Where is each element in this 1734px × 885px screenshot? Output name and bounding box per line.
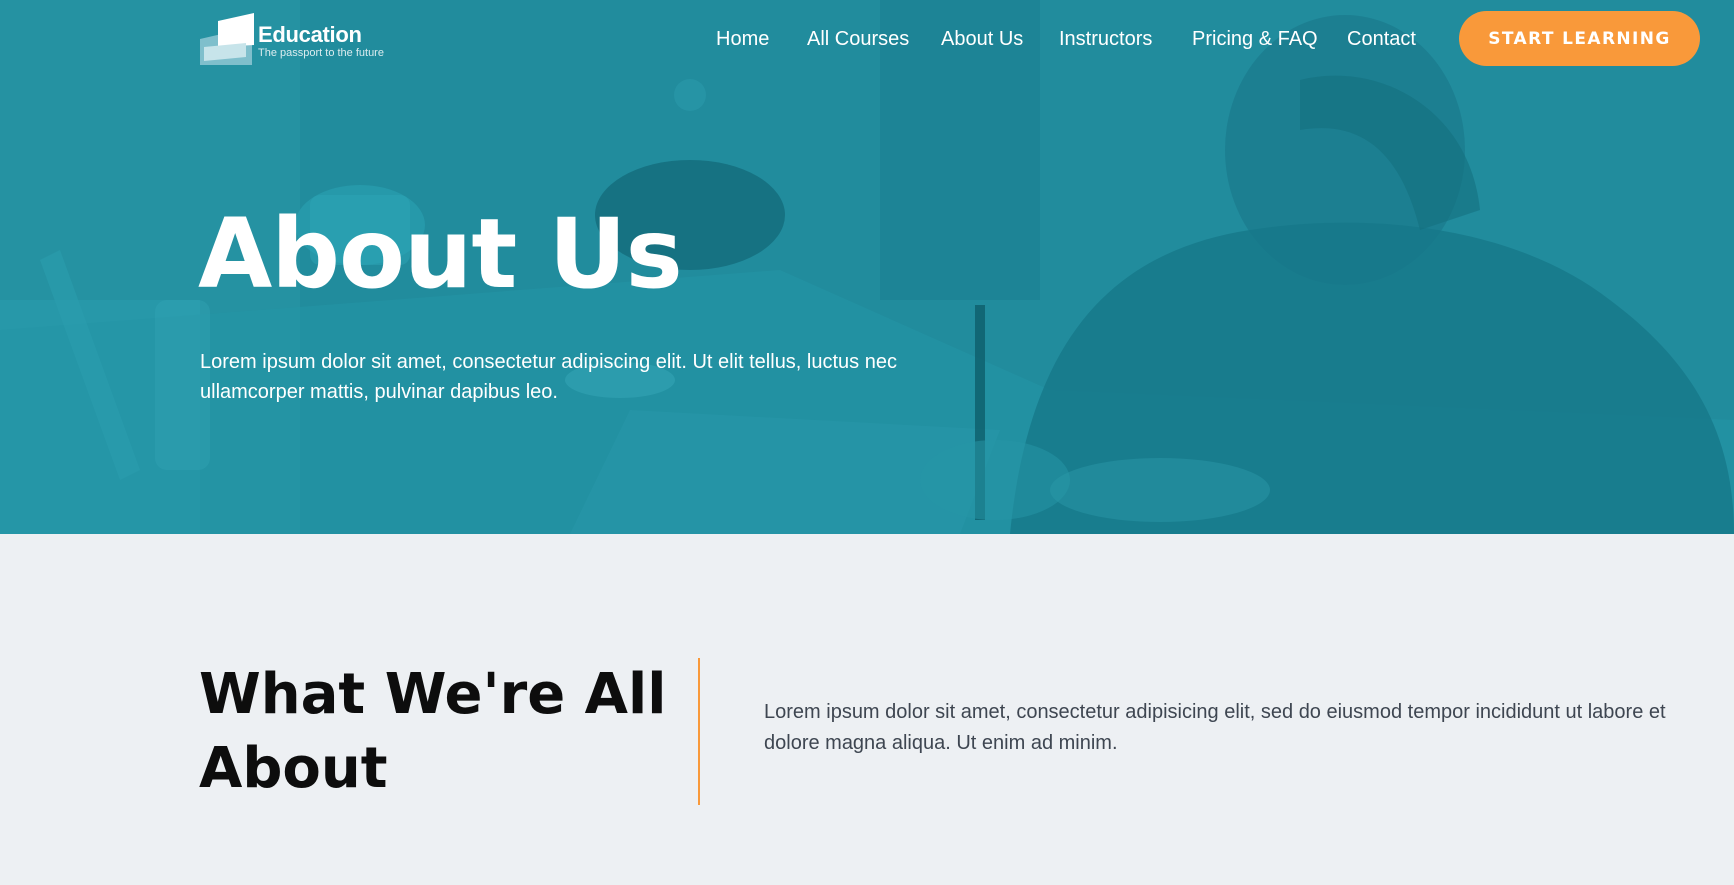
- start-learning-button[interactable]: START LEARNING: [1459, 11, 1700, 66]
- nav-item-pricing-faq[interactable]: Pricing & FAQ: [1192, 26, 1318, 52]
- nav-item-about-us[interactable]: About Us: [941, 26, 1023, 52]
- hero-section: Education The passport to the future Hom…: [0, 0, 1734, 534]
- nav-item-all-courses[interactable]: All Courses: [807, 26, 909, 52]
- nav-item-home[interactable]: Home: [716, 26, 769, 52]
- section-divider: [698, 658, 700, 805]
- nav-item-contact[interactable]: Contact: [1347, 26, 1416, 52]
- hero-description: Lorem ipsum dolor sit amet, consectetur …: [200, 351, 897, 403]
- about-section-description: Lorem ipsum dolor sit amet, consectetur …: [764, 701, 1666, 754]
- page-title: About Us: [198, 198, 683, 310]
- about-section-title: What We're All About: [199, 662, 667, 801]
- nav-item-instructors[interactable]: Instructors: [1059, 26, 1152, 52]
